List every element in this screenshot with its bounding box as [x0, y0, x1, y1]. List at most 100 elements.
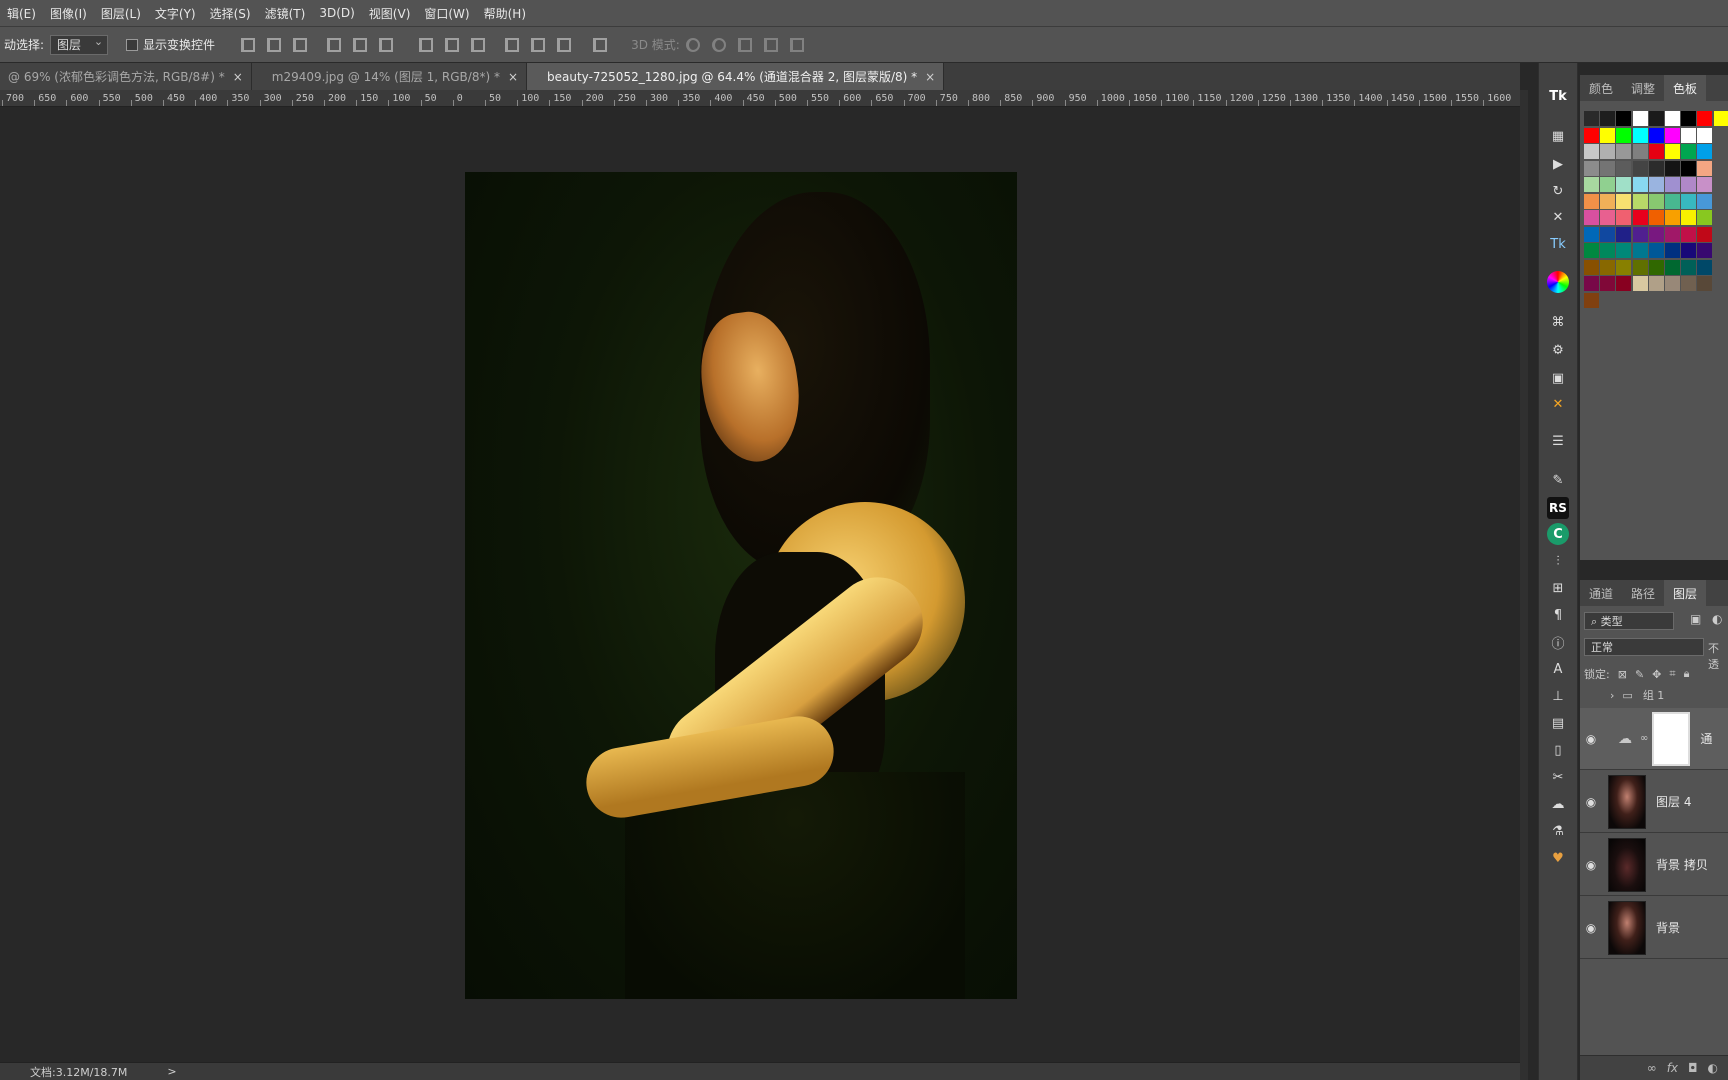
swatch[interactable]: [1632, 127, 1648, 143]
3d-scene-icon[interactable]: ▣: [1547, 367, 1569, 389]
close-tool-icon[interactable]: ✕: [1547, 206, 1569, 228]
plugin-bird-icon[interactable]: ♥: [1547, 847, 1569, 869]
paths-icon[interactable]: ✎: [1547, 469, 1569, 491]
tk-alt-icon[interactable]: Tk: [1547, 233, 1569, 255]
scissors-icon[interactable]: ✂: [1547, 766, 1569, 788]
3d-rotate-icon[interactable]: [685, 37, 700, 52]
swatch[interactable]: [1632, 276, 1648, 291]
auto-align-icon[interactable]: [593, 37, 608, 52]
layer-row-background[interactable]: ◉ 背景: [1580, 897, 1728, 959]
swatch[interactable]: [1616, 243, 1632, 258]
swatch[interactable]: [1600, 243, 1616, 258]
swatch[interactable]: [1697, 160, 1713, 176]
swatch[interactable]: [1616, 193, 1632, 209]
fx-icon[interactable]: fx: [1667, 1061, 1678, 1075]
align-top-icon[interactable]: [241, 37, 256, 52]
swatch[interactable]: [1681, 177, 1697, 192]
swatch[interactable]: [1681, 259, 1697, 275]
lock-all-icon[interactable]: 🔒︎: [1684, 667, 1690, 681]
menu-edit[interactable]: 辑(E): [0, 5, 43, 22]
swatch[interactable]: [1665, 276, 1680, 291]
notes-icon[interactable]: ▯: [1547, 739, 1569, 761]
swatch[interactable]: [1697, 276, 1713, 291]
3d-pan-icon[interactable]: [737, 37, 752, 52]
swatch[interactable]: [1648, 259, 1664, 275]
swatch[interactable]: [1665, 210, 1680, 225]
align-vcenter-icon[interactable]: [267, 37, 282, 52]
swatch[interactable]: [1600, 160, 1616, 176]
menu-layer[interactable]: 图层(L): [94, 5, 148, 22]
swatch[interactable]: [1697, 127, 1713, 143]
swatch[interactable]: [1713, 111, 1728, 126]
swatch[interactable]: [1697, 210, 1713, 225]
filter-adjust-icon[interactable]: ◐: [1712, 612, 1722, 626]
swatch[interactable]: [1681, 160, 1697, 176]
swatch[interactable]: [1681, 226, 1697, 242]
swatch[interactable]: [1665, 127, 1680, 143]
tab-doc-3[interactable]: beauty-725052_1280.jpg @ 64.4% (通道混合器 2,…: [527, 63, 945, 90]
chevron-right-icon[interactable]: ›: [1610, 689, 1614, 702]
swatch[interactable]: [1600, 144, 1616, 159]
menu-image[interactable]: 图像(I): [43, 5, 94, 22]
layer-row-bg-copy[interactable]: ◉ 背景 拷贝: [1580, 834, 1728, 896]
eye-icon[interactable]: ◉: [1580, 921, 1602, 935]
swatch[interactable]: [1681, 111, 1697, 126]
swatch[interactable]: [1616, 226, 1632, 242]
stamp-icon[interactable]: ⊥: [1547, 685, 1569, 707]
swatch[interactable]: [1632, 210, 1648, 225]
clone-source-icon[interactable]: ⚙: [1547, 339, 1569, 361]
distribute-hcenter-icon[interactable]: [531, 37, 546, 52]
swatch[interactable]: [1616, 111, 1632, 126]
swatch[interactable]: [1681, 193, 1697, 209]
brush-settings-icon[interactable]: ⌘: [1547, 311, 1569, 333]
swatch[interactable]: [1632, 144, 1648, 159]
link-icon[interactable]: ∞: [1647, 1061, 1657, 1075]
auto-select-dropdown[interactable]: 图层: [50, 34, 109, 55]
swatch[interactable]: [1600, 276, 1616, 291]
menu-window[interactable]: 窗口(W): [417, 5, 476, 22]
swatch[interactable]: [1600, 111, 1616, 126]
swatch[interactable]: [1665, 160, 1680, 176]
rs-icon[interactable]: RS: [1547, 497, 1569, 519]
status-arrow[interactable]: >: [167, 1065, 176, 1078]
link-icon[interactable]: ∞: [1640, 733, 1648, 744]
eye-icon[interactable]: ◉: [1580, 795, 1602, 809]
layer-row-layer4[interactable]: ◉ 图层 4: [1580, 771, 1728, 833]
tab-doc-1[interactable]: @ 69% (浓郁色彩调色方法, RGB/8#) * ×: [0, 63, 252, 90]
swatch[interactable]: [1600, 210, 1616, 225]
flask-icon[interactable]: ⚗: [1547, 820, 1569, 842]
mask-icon[interactable]: ◘: [1688, 1061, 1698, 1075]
close-icon[interactable]: ×: [925, 70, 935, 84]
grid-icon[interactable]: ⊞: [1547, 577, 1569, 599]
swatch[interactable]: [1665, 111, 1680, 126]
layer-row-adjustment[interactable]: ◉ ☁ ∞ 通: [1580, 708, 1728, 770]
menu-type[interactable]: 文字(Y): [148, 5, 203, 22]
align-right-icon[interactable]: [379, 37, 394, 52]
swatch[interactable]: [1697, 259, 1713, 275]
rotate-icon[interactable]: ↻: [1547, 180, 1569, 202]
swatch[interactable]: [1600, 127, 1616, 143]
swatch[interactable]: [1584, 177, 1599, 192]
actions-play-icon[interactable]: ▶: [1547, 153, 1569, 175]
swatch[interactable]: [1648, 111, 1664, 126]
swatch[interactable]: [1665, 243, 1680, 258]
info-icon[interactable]: ⓘ: [1547, 631, 1569, 653]
tab-layers[interactable]: 图层: [1664, 580, 1707, 606]
swatch[interactable]: [1616, 259, 1632, 275]
swatch[interactable]: [1681, 210, 1697, 225]
swatch[interactable]: [1584, 193, 1599, 209]
eye-icon[interactable]: ◉: [1580, 858, 1602, 872]
layer-mask-thumbnail[interactable]: [1652, 711, 1691, 766]
properties-icon[interactable]: ⫶: [1547, 550, 1569, 572]
paragraph-icon[interactable]: ¶: [1547, 604, 1569, 626]
eye-icon[interactable]: ◉: [1580, 732, 1602, 746]
swatch[interactable]: [1648, 193, 1664, 209]
swatch[interactable]: [1584, 292, 1599, 308]
blend-mode-dropdown[interactable]: 正常: [1584, 638, 1704, 656]
swatch[interactable]: [1665, 193, 1680, 209]
tab-paths[interactable]: 路径: [1622, 580, 1664, 606]
menu-help[interactable]: 帮助(H): [477, 5, 533, 22]
swatch[interactable]: [1632, 177, 1648, 192]
swatch[interactable]: [1648, 160, 1664, 176]
swatch[interactable]: [1681, 243, 1697, 258]
